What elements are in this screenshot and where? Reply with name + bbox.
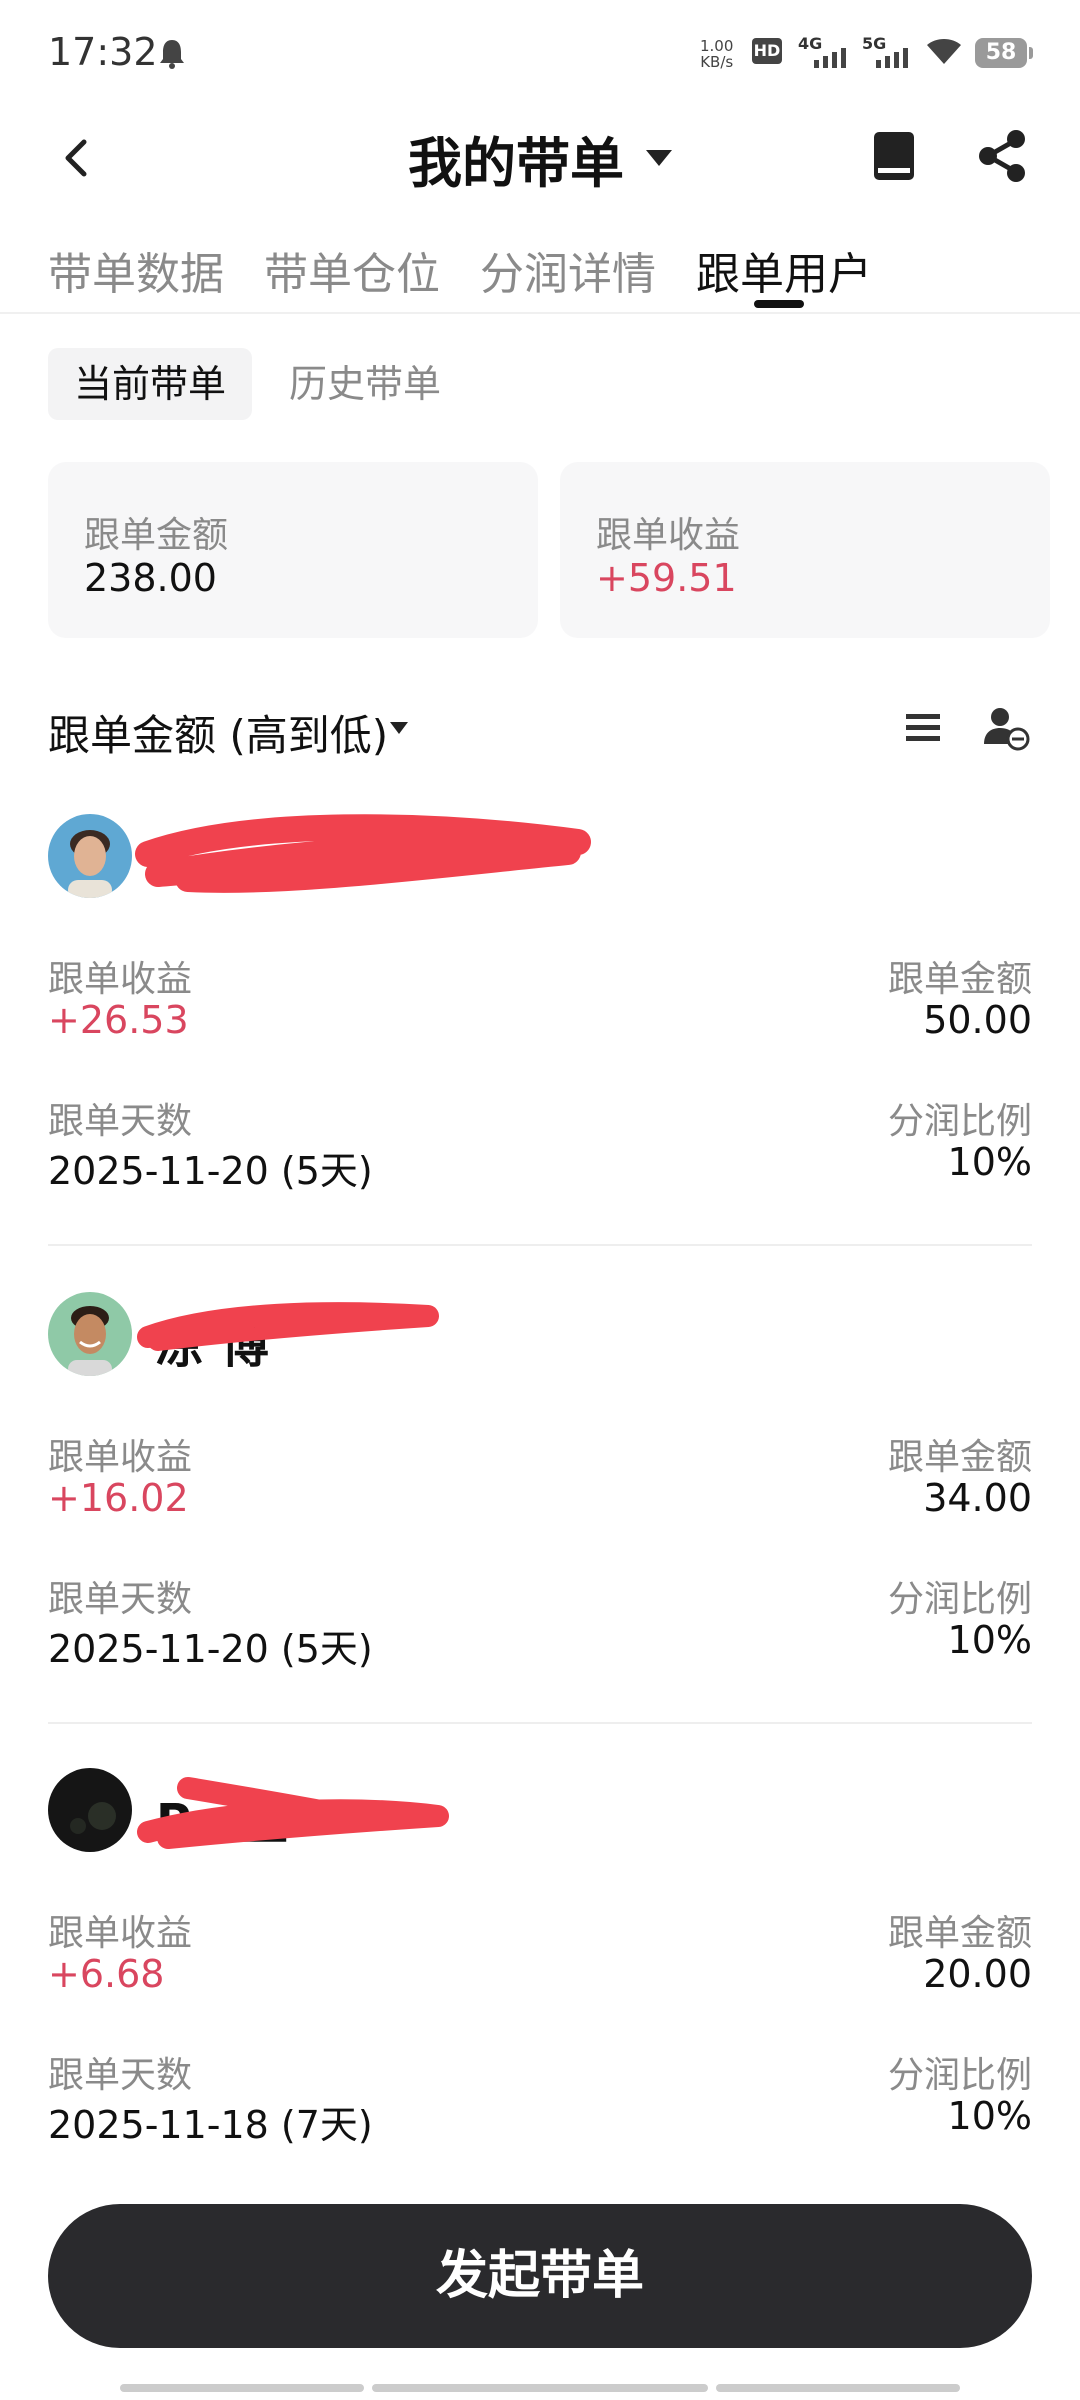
active-tab-indicator — [754, 300, 804, 308]
gesture-bar — [120, 2384, 364, 2392]
title-dropdown[interactable]: 我的带单 — [408, 119, 672, 198]
follower-days-label: 跟单天数 — [48, 2055, 193, 2096]
avatar — [48, 1768, 132, 1852]
share-icon — [979, 130, 1025, 182]
share-button[interactable] — [972, 126, 1032, 186]
follower-ratio-label: 分润比例 — [887, 1579, 1032, 1620]
segment-current[interactable]: 当前带单 — [48, 348, 252, 420]
network-speed: 1.00 KB/s — [700, 38, 733, 70]
follower-profit-label: 跟单收益 — [48, 1913, 193, 1954]
divider — [48, 1244, 1032, 1246]
status-bar: 17:32 1.00 KB/s HD 4G 5G 58 — [0, 0, 1080, 108]
page: 17:32 1.00 KB/s HD 4G 5G 58 我的带单 带单数据 带单… — [0, 0, 1080, 2400]
follower-profit-value: +16.02 — [48, 1476, 189, 1520]
back-button[interactable] — [48, 128, 108, 188]
tab-followers[interactable]: 跟单用户 — [696, 238, 872, 302]
follower-amount-value: 50.00 — [923, 998, 1032, 1042]
wifi-icon — [925, 36, 963, 70]
list-view-button[interactable] — [902, 706, 946, 750]
follower-days-label: 跟单天数 — [48, 1101, 193, 1142]
follower-profit-value: +26.53 — [48, 998, 189, 1042]
redaction-scribble — [137, 1777, 449, 1849]
list-icon — [906, 714, 940, 741]
follower-days-value: 2025-11-20 (5天) — [48, 1627, 373, 1671]
signal-5g-icon — [876, 46, 910, 72]
follower-days-value: 2025-11-20 (5天) — [48, 1149, 373, 1193]
follower-item[interactable]: 凉 博 跟单收益 +16.02 跟单金额 34.00 跟单天数 2025-11-… — [48, 1292, 1032, 1762]
hd-icon: HD — [752, 38, 782, 64]
summary-profit-label: 跟单收益 — [596, 515, 741, 556]
gesture-bar — [716, 2384, 960, 2392]
follower-ratio-value: 10% — [947, 1140, 1032, 1184]
follower-ratio-label: 分润比例 — [887, 1101, 1032, 1142]
avatar — [48, 1292, 132, 1376]
follower-item[interactable]: Pe 星 跟单收益 +6.68 跟单金额 20.00 跟单天数 2025-11-… — [48, 1768, 1032, 2238]
sort-caret-icon — [390, 722, 408, 734]
summary-amount-value: 238.00 — [84, 556, 217, 600]
signal-4g-icon — [814, 46, 848, 72]
sort-row: 跟单金额 (高到低) — [0, 690, 1080, 770]
follower-profit-label: 跟单收益 — [48, 1437, 193, 1478]
summary-profit-value: +59.51 — [596, 556, 737, 600]
network-speed-unit: KB/s — [700, 53, 734, 71]
tab-trading-data[interactable]: 带单数据 — [48, 238, 224, 302]
follower-ratio-label: 分润比例 — [887, 2055, 1032, 2096]
follower-days-value: 2025-11-18 (7天) — [48, 2103, 373, 2147]
follower-profit-value: +6.68 — [48, 1952, 165, 1996]
battery-icon: 58 — [975, 38, 1033, 68]
segment-history[interactable]: 历史带单 — [270, 348, 460, 420]
follower-ratio-value: 10% — [947, 1618, 1032, 1662]
avatar — [48, 814, 132, 898]
caret-down-icon — [646, 150, 672, 166]
book-button[interactable] — [868, 126, 920, 186]
status-time: 17:32 — [48, 30, 158, 74]
follower-days-label: 跟单天数 — [48, 1579, 193, 1620]
page-title: 我的带单 — [408, 131, 624, 195]
follower-profit-label: 跟单收益 — [48, 959, 193, 1000]
follower-amount-label: 跟单金额 — [887, 959, 1032, 1000]
back-arrow-icon — [65, 139, 87, 177]
start-copy-trade-button[interactable]: 发起带单 — [48, 2204, 1032, 2348]
tab-bar: 带单数据 带单仓位 分润详情 跟单用户 — [0, 228, 1080, 314]
sort-dropdown[interactable]: 跟单金额 (高到低) — [48, 702, 388, 763]
user-filter-button[interactable] — [982, 704, 1030, 752]
network-speed-value: 1.00 — [700, 37, 734, 55]
follower-item[interactable]: C 跟单收益 +26.53 跟单金额 50.00 跟单天数 2025-11-20… — [48, 814, 1032, 1284]
book-icon — [874, 132, 914, 180]
follower-amount-label: 跟单金额 — [887, 1437, 1032, 1478]
tab-profit-share[interactable]: 分润详情 — [480, 238, 656, 302]
user-minus-icon — [984, 708, 1030, 751]
profit-summary-card: 跟单收益 +59.51 — [560, 462, 1050, 638]
gesture-bar — [372, 2384, 708, 2392]
redaction-scribble — [135, 814, 591, 893]
divider — [48, 1722, 1032, 1724]
follower-amount-value: 34.00 — [923, 1476, 1032, 1520]
header: 我的带单 — [0, 108, 1080, 208]
tab-positions[interactable]: 带单仓位 — [264, 238, 440, 302]
follower-amount-value: 20.00 — [923, 1952, 1032, 1996]
amount-summary-card: 跟单金额 238.00 — [48, 462, 538, 638]
redaction-scribble — [137, 1302, 439, 1351]
notification-bell-icon — [158, 38, 186, 74]
summary-amount-label: 跟单金额 — [84, 515, 229, 556]
follower-ratio-value: 10% — [947, 2094, 1032, 2138]
follower-amount-label: 跟单金额 — [887, 1913, 1032, 1954]
